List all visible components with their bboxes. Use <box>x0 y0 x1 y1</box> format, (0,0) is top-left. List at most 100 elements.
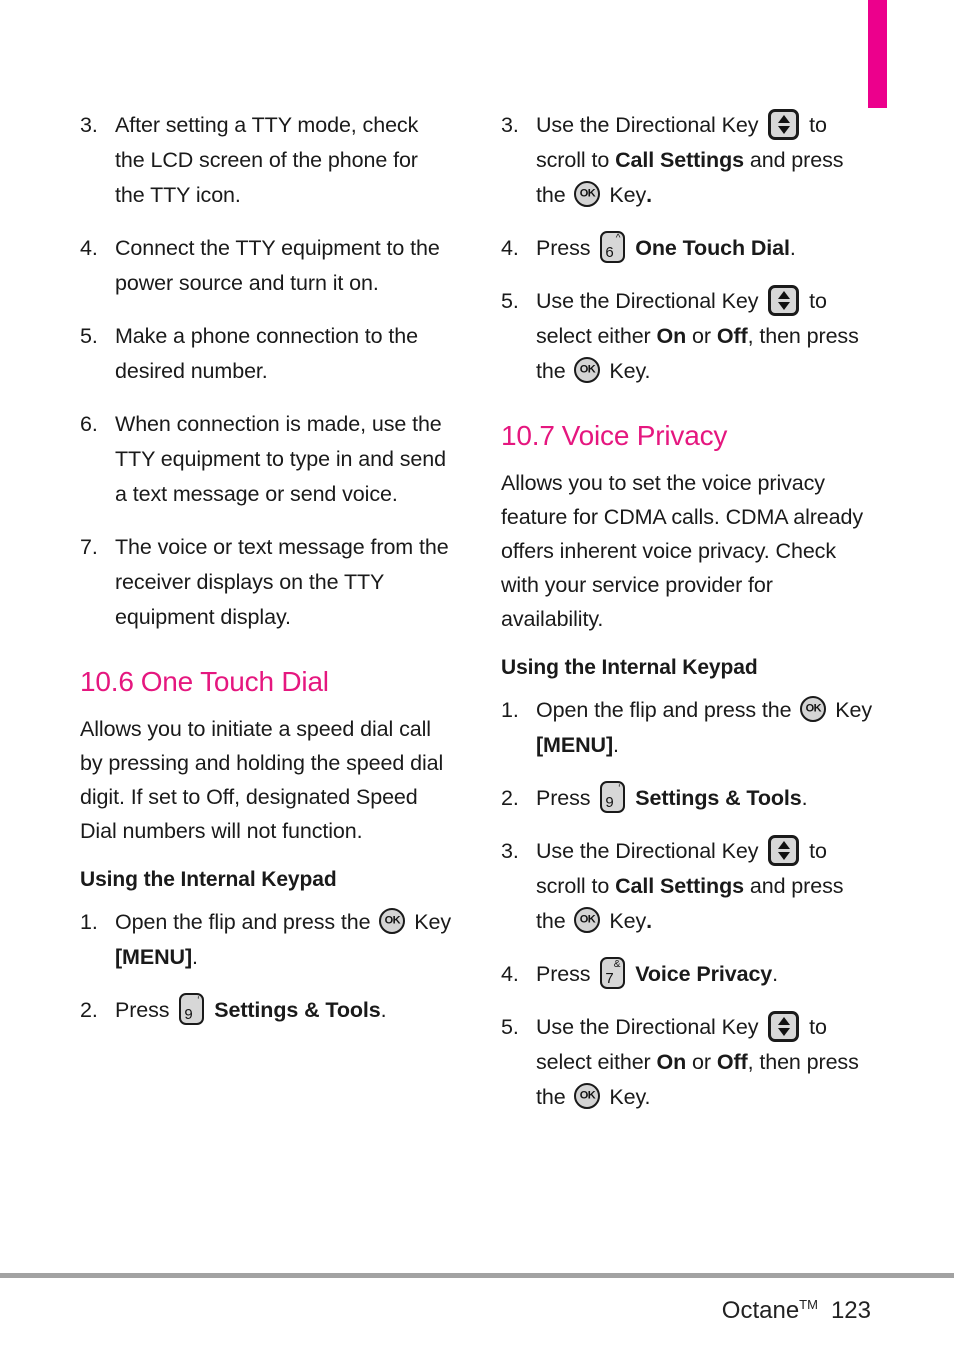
step-text-end: . <box>644 1085 651 1110</box>
step-text: Open the flip and press the <box>536 698 792 723</box>
step-text-end: . <box>380 998 387 1023</box>
step-emphasis: [MENU] <box>536 733 614 758</box>
key-digit: 7 <box>605 970 614 988</box>
step-text: Open the flip and press the <box>115 910 371 935</box>
step-text: When connection is made, use the TTY equ… <box>115 412 446 506</box>
numeric-key-9-icon: 9 ‘ <box>179 993 205 1026</box>
section-heading-voice-privacy: 10.7 Voice Privacy <box>501 419 873 452</box>
step-emphasis: [MENU] <box>115 945 193 970</box>
step-marker: 5. <box>501 1015 519 1040</box>
arrow-down-icon <box>777 302 790 310</box>
key-superscript: & <box>613 959 621 971</box>
step-text-end: . <box>646 909 652 934</box>
step-marker: 4. <box>501 236 519 260</box>
step-text: Press <box>536 236 591 260</box>
step-text: Use the Directional Key <box>536 289 759 313</box>
step-text-end: . <box>646 183 652 207</box>
page-number: 123 <box>830 1297 871 1324</box>
right-column: 3. Use the Directional Key to scroll to C… <box>501 108 873 1133</box>
step-text: Use the Directional Key <box>536 839 759 864</box>
step-marker: 3. <box>80 113 98 137</box>
step-text: The voice or text message from the recei… <box>115 535 449 629</box>
step-emphasis: On <box>656 324 687 348</box>
step-text: Key <box>609 183 647 207</box>
step-emphasis: Settings & Tools <box>635 786 802 811</box>
step-text: After setting a TTY mode, check the LCD … <box>115 113 419 207</box>
footer: OctaneTM 123 <box>722 1290 871 1326</box>
step-emphasis: One Touch Dial <box>635 236 790 260</box>
ok-key-icon <box>379 908 406 935</box>
list-item: 3. After setting a TTY mode, check the L… <box>80 108 452 213</box>
list-item: 1. Open the flip and press the Key [MENU]… <box>80 905 452 975</box>
directional-key-icon <box>768 1011 800 1043</box>
key-digit: 6 <box>605 244 614 261</box>
step-marker: 5. <box>501 289 519 313</box>
step-text: Press <box>115 998 170 1023</box>
ok-key-icon <box>574 357 601 383</box>
arrow-up-icon <box>777 291 790 299</box>
list-item: 1. Open the flip and press the Key [MENU]… <box>501 693 873 763</box>
step-text: Use the Directional Key <box>536 1015 759 1040</box>
step-text: Key <box>609 359 645 383</box>
product-name: Octane <box>721 1297 800 1324</box>
arrow-up-icon <box>777 841 790 850</box>
ok-key-icon <box>574 1083 601 1110</box>
step-marker: 1. <box>80 910 98 935</box>
step-text: or <box>692 1050 711 1075</box>
numeric-key-9-icon: 9 ‘ <box>600 781 626 814</box>
step-text-end: . <box>772 962 779 987</box>
section-title: One Touch Dial <box>140 666 329 697</box>
step-text: Key <box>414 910 451 935</box>
list-item: 5. Use the Directional Key to select eith… <box>501 284 873 389</box>
section-intro-paragraph: Allows you to initiate a speed dial call… <box>80 717 444 844</box>
step-emphasis: Off <box>716 324 748 348</box>
left-column: 3. After setting a TTY mode, check the L… <box>80 108 452 1046</box>
step-marker: 3. <box>501 113 519 137</box>
step-emphasis: Off <box>716 1050 748 1075</box>
list-item: 4. Press 6 ^ One Touch Dial. <box>501 231 873 266</box>
numeric-key-7-icon: 7 & <box>600 957 626 990</box>
step-text-end: . <box>801 786 808 811</box>
step-marker: 2. <box>501 786 519 811</box>
list-item: 7. The voice or text message from the re… <box>80 530 452 635</box>
arrow-down-icon <box>777 126 790 134</box>
list-item: 2. Press 9 ‘ Settings & Tools. <box>80 993 452 1028</box>
arrow-down-icon <box>777 852 790 861</box>
step-text: Key <box>609 1085 645 1110</box>
list-item: 3. Use the Directional Key to scroll to C… <box>501 834 873 939</box>
one-touch-dial-continued-steps-list: 3. Use the Directional Key to scroll to C… <box>501 108 873 389</box>
arrow-up-icon <box>777 115 790 123</box>
step-emphasis: Voice Privacy <box>635 962 773 987</box>
footer-divider <box>0 1273 954 1278</box>
section-number: 10.6 <box>80 666 134 697</box>
key-digit: 9 <box>184 1006 193 1024</box>
step-text: Key <box>609 909 647 934</box>
step-text-end: . <box>644 359 651 383</box>
step-text: Connect the TTY equipment to the power s… <box>115 236 440 295</box>
step-marker: 4. <box>501 962 519 987</box>
step-marker: 6. <box>80 412 98 436</box>
step-marker: 5. <box>80 324 98 348</box>
section-heading-one-touch-dial: 10.6 One Touch Dial <box>80 665 452 698</box>
step-emphasis: Call Settings <box>615 874 744 899</box>
step-text: Make a phone connection to the desired n… <box>115 324 418 383</box>
section-intro-paragraph: Allows you to set the voice privacy feat… <box>501 471 864 632</box>
key-superscript: ‘ <box>618 783 621 795</box>
step-marker: 7. <box>80 535 98 559</box>
step-emphasis: Settings & Tools <box>214 998 381 1023</box>
arrow-up-icon <box>777 1017 790 1026</box>
step-text-end: . <box>613 733 619 758</box>
step-marker: 3. <box>501 839 519 864</box>
list-item: 4. Connect the TTY equipment to the powe… <box>80 231 452 301</box>
list-item: 6. When connection is made, use the TTY … <box>80 407 452 512</box>
step-text: Press <box>536 786 591 811</box>
trademark-symbol: TM <box>799 1297 818 1312</box>
ok-key-icon <box>574 181 601 207</box>
manual-page: 3. After setting a TTY mode, check the L… <box>0 0 954 1265</box>
voice-privacy-steps-list: 1. Open the flip and press the Key [MENU]… <box>501 693 873 1115</box>
list-item: 3. Use the Directional Key to scroll to C… <box>501 108 873 213</box>
numeric-key-6-icon: 6 ^ <box>600 231 626 263</box>
subheading-using-internal-keypad: Using the Internal Keypad <box>80 868 337 892</box>
ok-key-icon <box>574 907 601 934</box>
tty-continued-steps-list: 3. After setting a TTY mode, check the L… <box>80 108 452 635</box>
